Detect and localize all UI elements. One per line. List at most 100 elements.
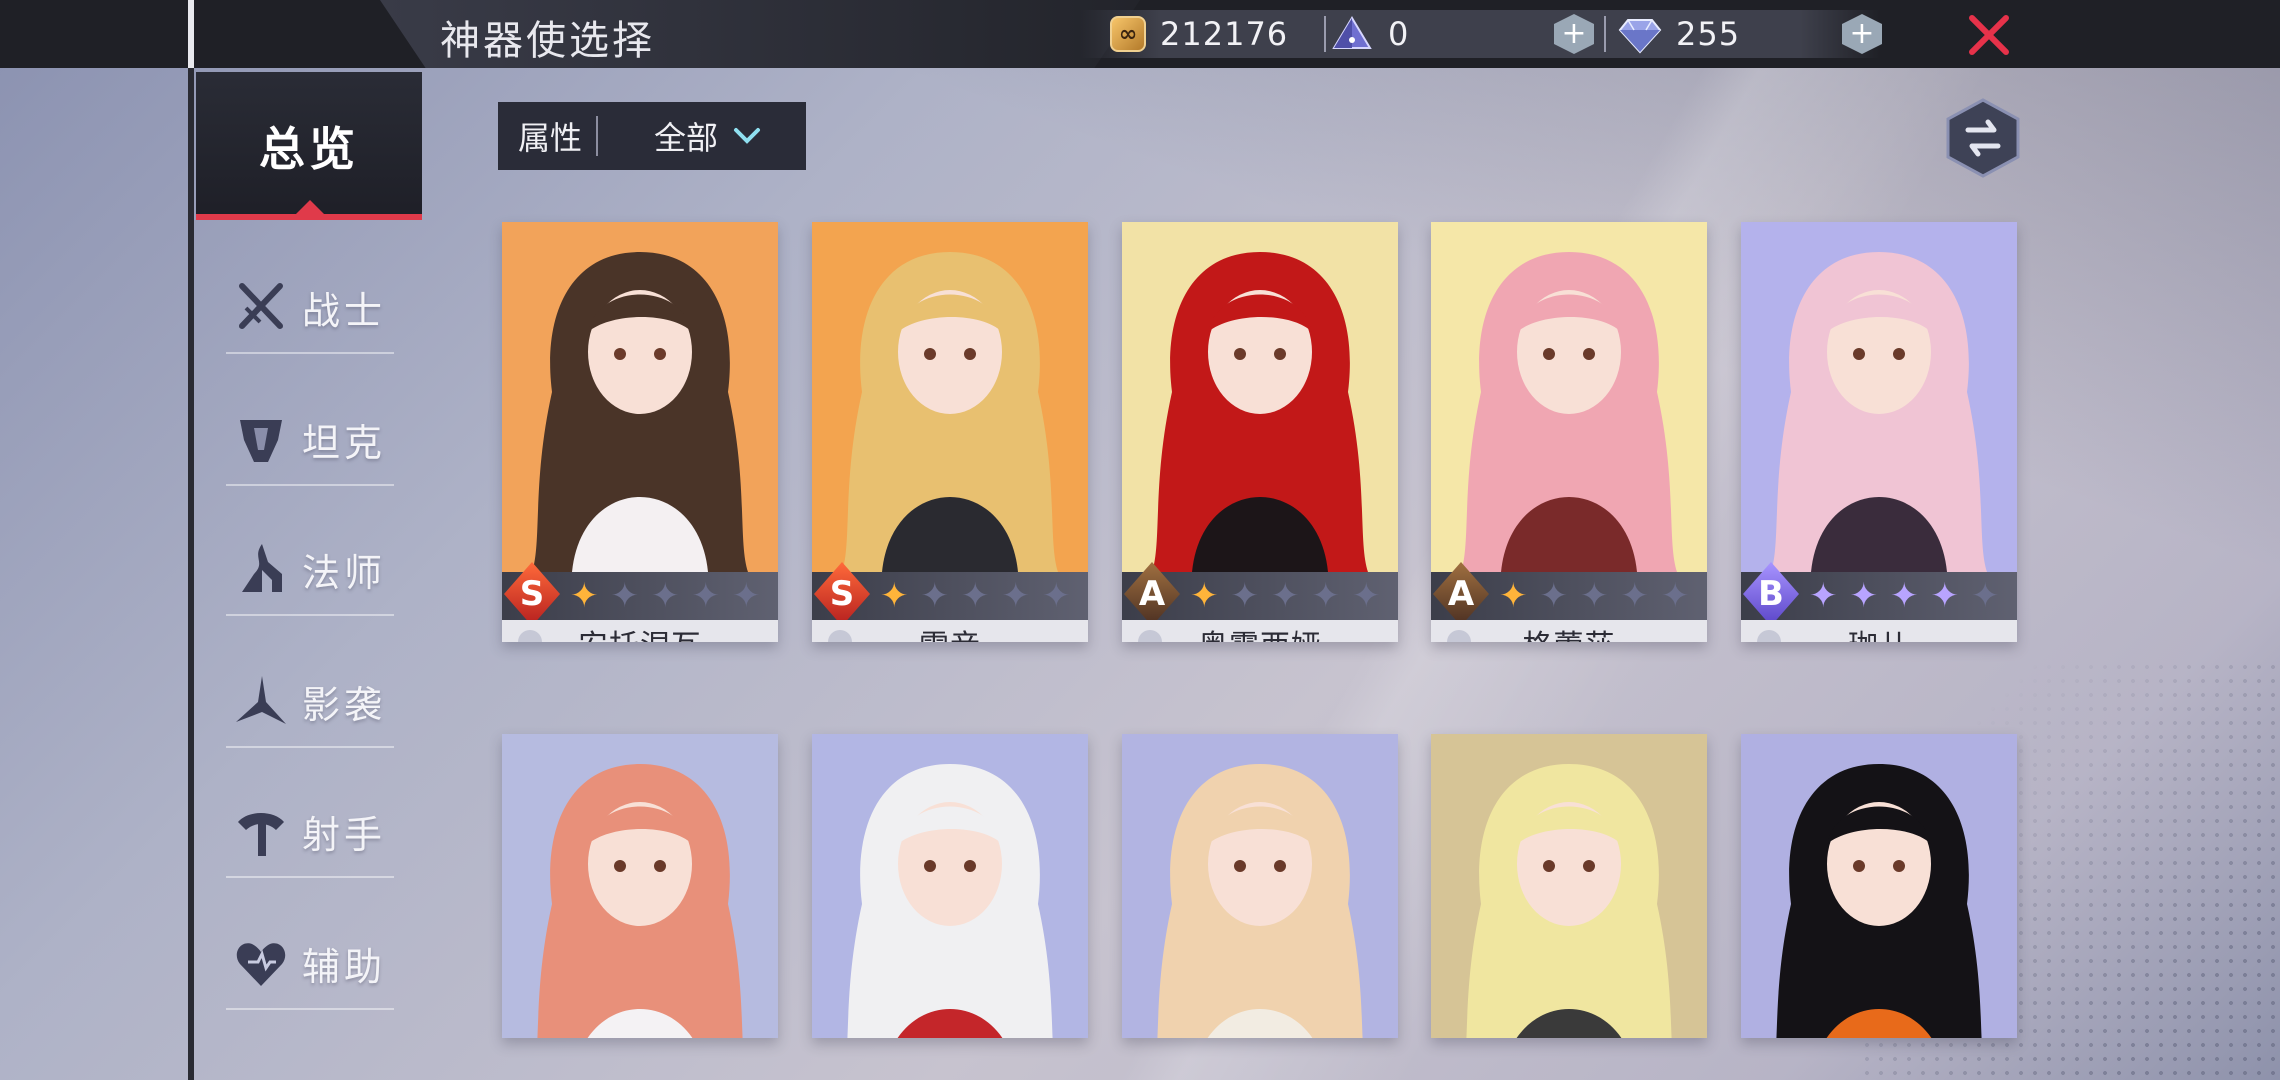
filter-label: 属性 (518, 119, 583, 157)
active-tab-underline (196, 214, 422, 220)
currency-divider (1604, 16, 1606, 52)
sidebar-item-label: 射手 (302, 812, 387, 857)
crystal-currency: 0 (1330, 12, 1409, 56)
rank-bar: A ✦ ✦ ✦ ✦ ✦ (1431, 562, 1707, 626)
gold-amount: 212176 (1160, 15, 1289, 53)
character-name-bar: 奥露西娅 (1122, 620, 1398, 642)
currency-divider (1324, 16, 1326, 52)
sidebar-item-mage[interactable]: 法师 (226, 524, 394, 616)
tab-overview-label: 总览 (259, 122, 359, 176)
star-icon: ✦ (1539, 576, 1569, 616)
attribute-filter-dropdown[interactable]: 属性 全部 (498, 102, 806, 170)
sidebar-item-label: 影袭 (302, 682, 387, 727)
character-name: 奥露西娅 (1198, 621, 1322, 642)
character-art (537, 764, 743, 1038)
character-art (1157, 764, 1363, 1038)
warrior-icon (1753, 626, 1785, 642)
character-card[interactable]: A✦✦✦✦✦格蕾莎 (1431, 222, 1707, 642)
gem-amount: 255 (1676, 15, 1741, 53)
marksman-icon (238, 813, 284, 856)
character-portrait (1122, 222, 1398, 572)
sidebar-item-assassin[interactable]: 影袭 (226, 656, 394, 748)
tank-icon (240, 420, 282, 462)
star-icon: ✦ (1230, 576, 1260, 616)
sidebar-item-support[interactable]: 辅助 (226, 918, 394, 1010)
chevron-down-icon (734, 128, 761, 144)
mage-icon (824, 626, 856, 642)
rank-bar: S ✦ ✦ ✦ ✦ ✦ (502, 562, 778, 626)
character-card[interactable]: A✦✦✦✦✦奥露西娅 (1122, 222, 1398, 642)
rank-badge: S (814, 562, 870, 626)
crystal-pyramid-icon (1332, 16, 1372, 49)
sidebar-item-warrior[interactable]: 战士 (226, 262, 394, 354)
character-name-bar: 雷音 (812, 620, 1088, 642)
star-icon: ✦ (732, 576, 761, 616)
star-icon: ✦ (1849, 576, 1879, 616)
star-rating: ✦ ✦ ✦ ✦ ✦ (1809, 578, 2012, 614)
character-card[interactable] (1122, 734, 1398, 1038)
star-icon: ✦ (1661, 576, 1690, 616)
filter-value: 全部 (654, 119, 719, 157)
character-name: 珈儿 (1848, 621, 1910, 642)
mage-icon (514, 626, 546, 642)
rank-badge: A (1433, 562, 1489, 626)
page-title: 神器使选择 (440, 18, 655, 64)
character-portrait (1431, 222, 1707, 572)
star-rating: ✦ ✦ ✦ ✦ ✦ (1190, 578, 1393, 614)
character-card[interactable] (1741, 734, 2017, 1038)
star-rating: ✦ ✦ ✦ ✦ ✦ (880, 578, 1083, 614)
star-icon: ✦ (1930, 576, 1960, 616)
character-portrait (1431, 734, 1707, 1038)
character-card[interactable]: B✦✦✦✦✦珈儿 (1741, 222, 2017, 642)
rank-bar: B ✦ ✦ ✦ ✦ ✦ (1741, 562, 2017, 626)
sidebar-item-label: 法师 (302, 550, 387, 595)
star-icon: ✦ (691, 576, 721, 616)
character-portrait (1122, 734, 1398, 1038)
star-icon: ✦ (1809, 576, 1838, 616)
rank-badge: S (504, 562, 560, 626)
character-portrait (1741, 734, 2017, 1038)
gem-currency: 255 (1618, 12, 1740, 56)
assassin-icon (236, 676, 286, 724)
character-portrait (502, 222, 778, 572)
tab-overview[interactable]: 总览 (196, 72, 422, 220)
character-card[interactable] (502, 734, 778, 1038)
star-icon: ✦ (880, 576, 909, 616)
star-icon: ✦ (1499, 576, 1528, 616)
character-name: 雷音 (919, 621, 981, 642)
character-card[interactable] (812, 734, 1088, 1038)
gold-currency: ∞ 212176 (1110, 12, 1288, 56)
star-icon: ✦ (1311, 576, 1341, 616)
mage-icon (1134, 626, 1166, 642)
refresh-icon[interactable] (1946, 98, 2020, 178)
character-card[interactable] (1431, 734, 1707, 1038)
sidebar-frame (188, 68, 194, 1080)
sidebar-item-marksman[interactable]: 射手 (226, 786, 394, 878)
star-icon: ✦ (961, 576, 990, 616)
character-portrait (1741, 222, 2017, 572)
character-art (1771, 252, 1987, 572)
top-accent-line (188, 0, 194, 68)
close-icon[interactable] (1966, 12, 2012, 58)
star-icon: ✦ (651, 576, 680, 616)
character-name-bar: 珈儿 (1741, 620, 2017, 642)
crystal-amount: 0 (1388, 15, 1410, 53)
character-name-bar: 安托涅瓦 (502, 620, 778, 642)
star-icon: ✦ (1190, 576, 1219, 616)
character-art (532, 252, 748, 572)
filter-divider (596, 116, 599, 156)
gold-coin-icon: ∞ (1110, 16, 1146, 52)
star-icon: ✦ (570, 576, 599, 616)
rank-bar: S ✦ ✦ ✦ ✦ ✦ (812, 562, 1088, 626)
sidebar-item-tank[interactable]: 坦克 (226, 394, 394, 486)
character-portrait (812, 734, 1088, 1038)
character-card[interactable]: S✦✦✦✦✦雷音 (812, 222, 1088, 642)
sidebar-item-label: 辅助 (302, 944, 387, 989)
mage-icon (242, 544, 282, 592)
rank-badge: B (1743, 562, 1799, 626)
character-card[interactable]: S✦✦✦✦✦安托涅瓦 (502, 222, 778, 642)
sidebar-item-label: 战士 (302, 288, 387, 333)
character-name: 安托涅瓦 (578, 621, 702, 642)
character-name: 格蕾莎 (1523, 621, 1616, 642)
star-icon: ✦ (1271, 576, 1300, 616)
